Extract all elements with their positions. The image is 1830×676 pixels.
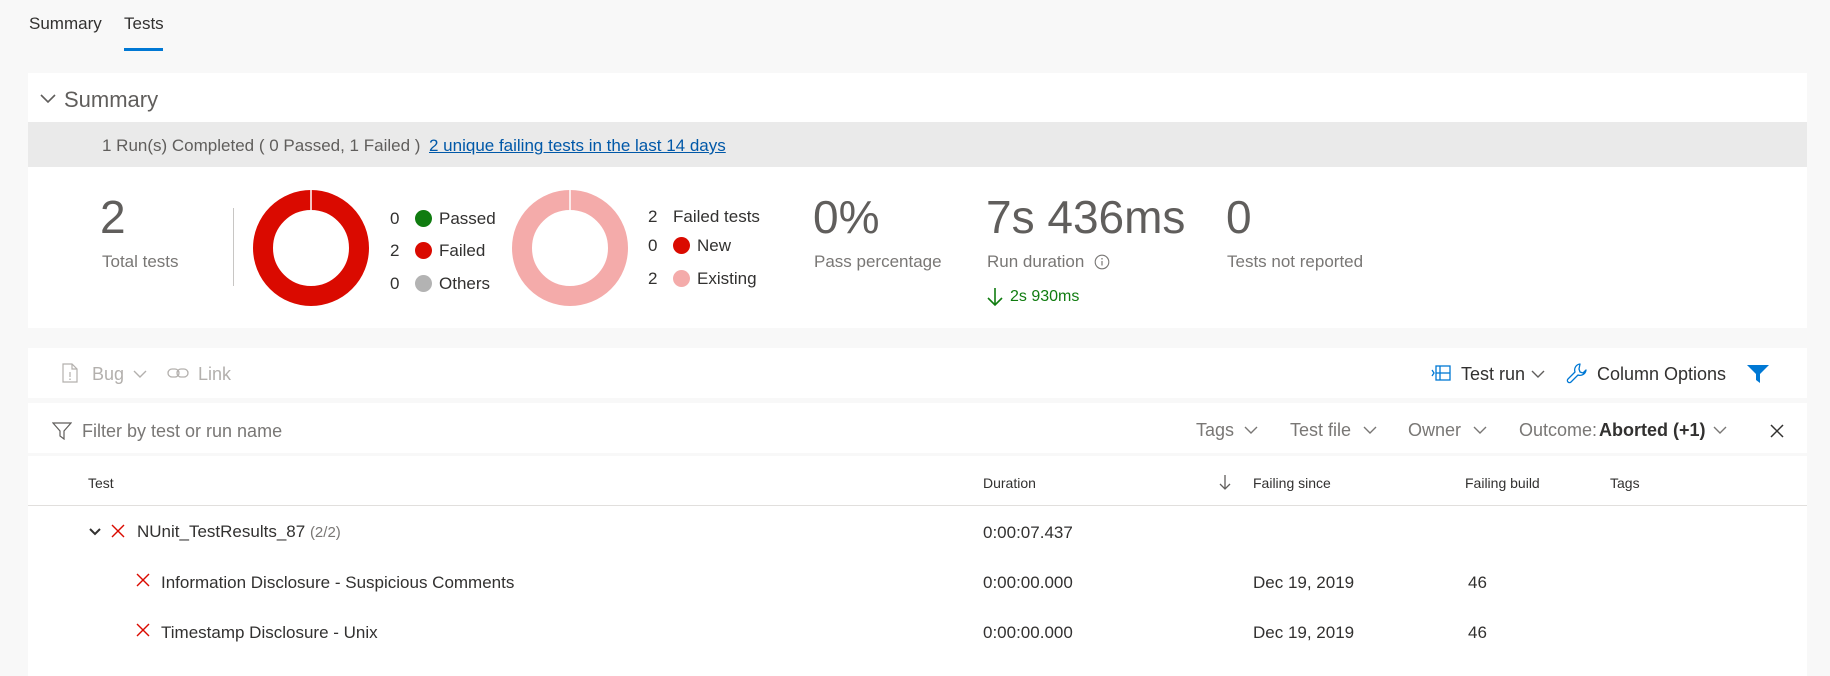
others-count: 0 <box>390 274 400 293</box>
pass-percentage-value: 0% <box>813 191 880 243</box>
results-table <box>28 456 1807 676</box>
info-icon[interactable] <box>1094 254 1110 270</box>
column-header-failing-since[interactable]: Failing since <box>1253 475 1331 491</box>
outcome-slice-failed <box>253 190 369 306</box>
not-reported-label: Tests not reported <box>1227 252 1364 271</box>
pass-percentage-label: Pass percentage <box>814 252 942 271</box>
failed-x-icon <box>111 524 125 538</box>
new-dot <box>673 237 690 254</box>
new-count: 0 <box>648 236 658 255</box>
test-name[interactable]: Information Disclosure - Suspicious Comm… <box>161 573 514 593</box>
group-name: NUnit_TestResults_87 (2/2) <box>137 522 341 542</box>
group-name-text: NUnit_TestResults_87 <box>137 522 306 541</box>
divider <box>233 208 234 286</box>
failed-tests-slice-existing <box>512 190 628 306</box>
group-duration: 0:00:07.437 <box>983 523 1073 542</box>
run-duration-delta: 2s 930ms <box>1010 288 1080 305</box>
failed-dot <box>415 242 432 259</box>
test-duration: 0:00:00.000 <box>983 623 1073 642</box>
group-count: (2/2) <box>309 524 341 541</box>
chevron-down-icon <box>1244 426 1258 434</box>
chevron-down-icon <box>1531 370 1545 378</box>
failing-since: Dec 19, 2019 <box>1253 573 1355 592</box>
link-icon <box>167 368 189 378</box>
others-label: Others <box>439 274 491 293</box>
group-by-icon <box>1431 365 1451 381</box>
chevron-down-icon <box>133 370 147 378</box>
test-file-filter-label: Test file <box>1290 420 1352 440</box>
test-run-label: Test run <box>1461 364 1526 384</box>
new-label: New <box>697 236 732 255</box>
existing-label: Existing <box>697 269 757 288</box>
wrench-icon <box>1566 363 1587 384</box>
column-header-duration[interactable]: Duration <box>983 475 1036 491</box>
outcome-filter-value: Aborted (+1) <box>1599 420 1706 440</box>
total-tests-value: 2 <box>100 191 126 243</box>
failing-build[interactable]: 46 <box>1468 623 1487 643</box>
filter-input[interactable]: Filter by test or run name <box>82 421 282 442</box>
outcome-donut-chart <box>253 190 369 306</box>
owner-filter-label: Owner <box>1408 420 1462 440</box>
outcome-filter-label: Outcome: <box>1519 420 1598 440</box>
run-duration-label: Run duration <box>987 252 1085 271</box>
chevron-down-icon[interactable] <box>89 527 101 537</box>
filter-outline-icon <box>52 422 72 440</box>
total-tests-label: Total tests <box>102 252 179 271</box>
failed-tests-label: Failed tests <box>673 207 760 226</box>
column-header-tags[interactable]: Tags <box>1610 475 1640 491</box>
chevron-down-icon[interactable] <box>40 93 56 105</box>
bug-label: Bug <box>92 364 125 384</box>
others-dot <box>415 275 432 292</box>
failing-since: Dec 19, 2019 <box>1253 623 1355 642</box>
run-duration-value: 7s 436ms <box>986 191 1186 243</box>
tab-summary[interactable]: Summary <box>29 14 102 34</box>
unique-failing-tests-link[interactable]: 2 unique failing tests in the last 14 da… <box>429 136 726 156</box>
tags-filter-label: Tags <box>1196 420 1235 440</box>
active-tab-indicator <box>124 48 163 51</box>
chevron-down-icon <box>1473 426 1487 434</box>
run-completion-text: 1 Run(s) Completed ( 0 Passed, 1 Failed … <box>102 136 421 155</box>
passed-label: Passed <box>439 209 496 228</box>
column-options-label: Column Options <box>1597 364 1727 384</box>
sort-arrow-down-icon[interactable] <box>1219 474 1231 490</box>
bug-document-icon <box>62 363 78 383</box>
summary-section-title: Summary <box>64 87 159 112</box>
failed-x-icon <box>136 623 150 637</box>
column-header-test[interactable]: Test <box>88 475 114 491</box>
column-header-failing-build[interactable]: Failing build <box>1465 475 1540 491</box>
not-reported-value: 0 <box>1226 191 1252 243</box>
filter-icon[interactable] <box>1746 364 1770 384</box>
failing-build[interactable]: 46 <box>1468 573 1487 593</box>
arrow-down-icon <box>987 288 1003 307</box>
chevron-down-icon <box>1713 426 1727 434</box>
link-label: Link <box>198 364 232 384</box>
passed-dot <box>415 210 432 227</box>
failed-x-icon <box>136 573 150 587</box>
close-icon[interactable] <box>1769 423 1785 439</box>
passed-count: 0 <box>390 209 400 228</box>
test-duration: 0:00:00.000 <box>983 573 1073 592</box>
table-header-divider <box>28 505 1807 506</box>
failed-tests-count: 2 <box>648 207 658 226</box>
existing-count: 2 <box>648 269 658 288</box>
existing-dot <box>673 270 690 287</box>
failed-label: Failed <box>439 241 486 260</box>
tab-tests[interactable]: Tests <box>124 14 164 34</box>
failed-count: 2 <box>390 241 400 260</box>
chevron-down-icon <box>1363 426 1377 434</box>
test-name[interactable]: Timestamp Disclosure - Unix <box>161 623 378 643</box>
failed-tests-donut-chart <box>512 190 628 306</box>
